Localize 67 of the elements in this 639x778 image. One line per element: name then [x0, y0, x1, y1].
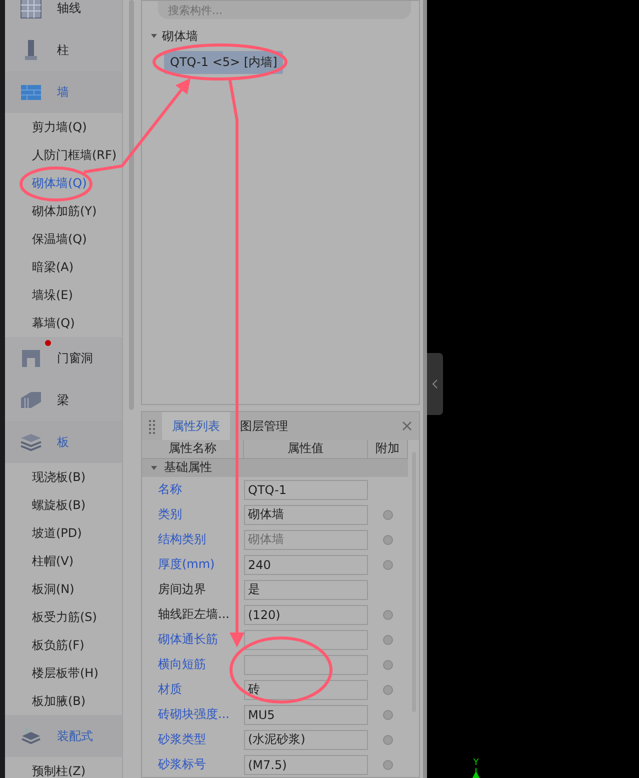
tree-item[interactable]: QTQ-1 <5> [内墙] — [164, 51, 284, 74]
section-header[interactable]: 基础属性 — [142, 458, 408, 477]
sidebar-item[interactable]: 板加腋(B) — [5, 687, 122, 715]
sidebar-item[interactable]: 人防门框墙(RF) — [5, 141, 122, 169]
property-value-field[interactable]: (M7.5) — [244, 754, 368, 774]
sidebar-item[interactable]: 板洞(N) — [5, 575, 122, 603]
sidebar-item[interactable]: 暗梁(A) — [5, 253, 122, 281]
axis-arrow-icon — [472, 768, 480, 778]
property-name: 砖砌块强度... — [157, 706, 230, 723]
collapse-caret-icon[interactable] — [150, 464, 158, 472]
close-icon — [402, 421, 412, 431]
sidebar-item[interactable]: 板受力筋(S) — [5, 603, 122, 631]
attach-radio[interactable] — [383, 634, 393, 644]
property-name: 轴线距左墙... — [157, 606, 230, 623]
property-value-field[interactable]: (120) — [244, 604, 368, 624]
attach-radio[interactable] — [383, 610, 393, 620]
property-name: 结构类别 — [157, 531, 207, 548]
category-item[interactable]: 梁 — [5, 379, 122, 421]
property-name: 砂浆标号 — [157, 756, 207, 773]
attach-radio[interactable] — [383, 660, 393, 670]
sidebar-item[interactable]: 螺旋板(B) — [5, 491, 122, 519]
property-value-field[interactable]: 砌体墙 — [244, 504, 368, 524]
collapse-caret-icon[interactable] — [150, 32, 158, 40]
panel-tab[interactable]: 图层管理 — [230, 412, 298, 440]
property-value-field[interactable]: MU5 — [244, 704, 368, 724]
property-name: 横向短筋 — [157, 656, 207, 673]
category-item[interactable]: 柱 — [5, 29, 122, 71]
tree-group-label: 砌体墙 — [162, 28, 198, 44]
axis-label: Y — [473, 759, 479, 768]
sidebar-item[interactable]: 砌体加筋(Y) — [5, 197, 122, 225]
attach-radio[interactable] — [383, 560, 393, 570]
property-value-field[interactable]: QTQ-1 — [244, 480, 368, 500]
attach-radio[interactable] — [383, 710, 393, 720]
property-name: 材质 — [157, 681, 183, 698]
collapse-handle[interactable] — [427, 353, 443, 415]
property-name: 厚度(mm) — [157, 556, 216, 573]
property-value-field[interactable]: 是 — [244, 580, 368, 600]
sidebar-item[interactable]: 墙垛(E) — [5, 281, 122, 309]
property-value-field[interactable]: 240 — [244, 554, 368, 574]
sidebar-item[interactable]: 剪力墙(Q) — [5, 113, 122, 141]
property-name: 类别 — [157, 506, 183, 523]
property-name: 房间边界 — [157, 581, 207, 598]
attach-radio[interactable] — [383, 510, 393, 520]
property-value-field[interactable]: (水泥砂浆) — [244, 730, 368, 750]
sidebar-item[interactable]: 坡道(PD) — [5, 519, 122, 547]
category-item[interactable]: 轴线 — [5, 0, 122, 29]
category-icon — [19, 0, 43, 20]
sidebar-item[interactable]: 保温墙(Q) — [5, 225, 122, 253]
category-item[interactable]: 门窗洞 — [5, 337, 122, 379]
attach-radio[interactable] — [383, 734, 393, 744]
section-label: 基础属性 — [164, 459, 212, 476]
scrollbar-thumb[interactable] — [128, 0, 134, 410]
sidebar-item[interactable]: 柱帽(V) — [5, 547, 122, 575]
sidebar-item[interactable]: 预制柱(Z) — [5, 757, 122, 778]
search-field[interactable]: 搜索构件... — [158, 1, 411, 19]
sidebar-item[interactable]: 现浇板(B) — [5, 463, 122, 491]
sidebar-item[interactable]: 板负筋(F) — [5, 631, 122, 659]
attach-radio[interactable] — [383, 760, 393, 770]
property-value-field[interactable] — [244, 630, 368, 650]
sidebar-item[interactable]: 楼层板带(H) — [5, 659, 122, 687]
property-value-field[interactable] — [244, 654, 368, 674]
property-value-field[interactable]: 砖 — [244, 680, 368, 700]
property-name: 砂浆类型 — [157, 731, 207, 748]
sidebar-item[interactable]: 幕墙(Q) — [5, 309, 122, 337]
property-name: 名称 — [157, 481, 183, 498]
attach-radio[interactable] — [383, 684, 393, 694]
property-name: 砌体通长筋 — [157, 631, 219, 648]
